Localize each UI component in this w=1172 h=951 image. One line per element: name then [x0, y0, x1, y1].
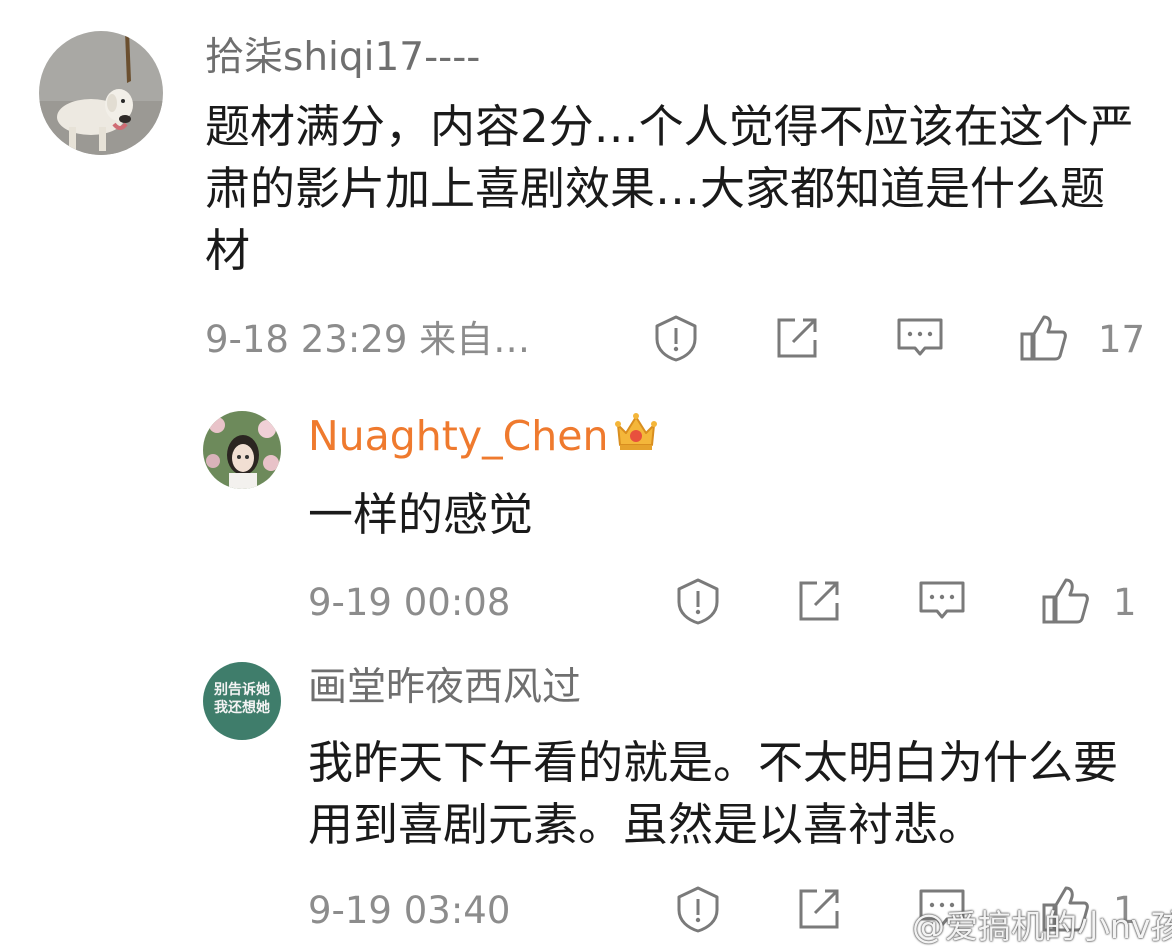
avatar[interactable]	[39, 31, 163, 155]
like-icon	[1020, 315, 1067, 361]
repost-button[interactable]	[769, 310, 825, 366]
report-icon	[677, 886, 719, 933]
report-icon	[677, 578, 719, 625]
comment-icon	[897, 318, 943, 356]
labrador-dog-photo	[39, 31, 163, 155]
like-button[interactable]	[1016, 310, 1072, 366]
watermark-text: @爱搞机的小nv孩	[912, 907, 1172, 946]
repost-icon	[799, 889, 839, 929]
report-button[interactable]	[670, 881, 726, 937]
comment-button[interactable]	[892, 310, 948, 366]
like-icon	[1042, 578, 1089, 624]
comment-meta: 9-19 00:08 1	[308, 573, 1138, 633]
avatar-text: 别告诉她 我还想她	[214, 682, 270, 716]
repost-button[interactable]	[791, 573, 847, 629]
comment-meta: 9-18 23:29 来自… 17	[205, 310, 1145, 370]
comment-author[interactable]: 拾柒shiqi17----	[205, 34, 480, 82]
watermark: @爱搞机的小nv孩	[862, 902, 1172, 946]
report-button[interactable]	[670, 573, 726, 629]
like-count: 17	[1098, 318, 1146, 361]
comment-thread: 拾柒shiqi17---- 题材满分，内容2分…个人觉得不应该在这个严肃的影片加…	[0, 0, 1172, 951]
timestamp: 9-19 00:08	[308, 581, 511, 624]
repost-icon	[777, 318, 817, 358]
comment-text: 我昨天下午看的就是。不太明白为什么要用到喜剧元素。虽然是以喜衬悲。	[308, 736, 1119, 851]
like-count: 1	[1113, 581, 1137, 624]
timestamp: 9-18 23:29 来自…	[205, 318, 531, 361]
repost-button[interactable]	[791, 881, 847, 937]
comment-author[interactable]: 画堂昨夜西风过	[308, 664, 581, 712]
like-button[interactable]	[1038, 573, 1094, 629]
report-button[interactable]	[648, 310, 704, 366]
avatar[interactable]: 别告诉她 我还想她	[203, 662, 281, 740]
report-icon	[655, 315, 697, 362]
timestamp: 9-19 03:40	[308, 889, 511, 932]
avatar[interactable]	[203, 411, 281, 489]
comment-button[interactable]	[914, 573, 970, 629]
comment-text: 一样的感觉	[308, 488, 534, 541]
repost-icon	[799, 581, 839, 621]
comment-icon	[919, 581, 965, 619]
girl-photo	[203, 411, 281, 489]
comment-author[interactable]: Nuaghty_Chen	[308, 412, 608, 460]
comment-text: 题材满分，内容2分…个人觉得不应该在这个严肃的影片加上喜剧效果…大家都知道是什么…	[205, 100, 1134, 277]
weibo-logo-icon	[863, 910, 904, 941]
crown-icon	[615, 413, 657, 450]
